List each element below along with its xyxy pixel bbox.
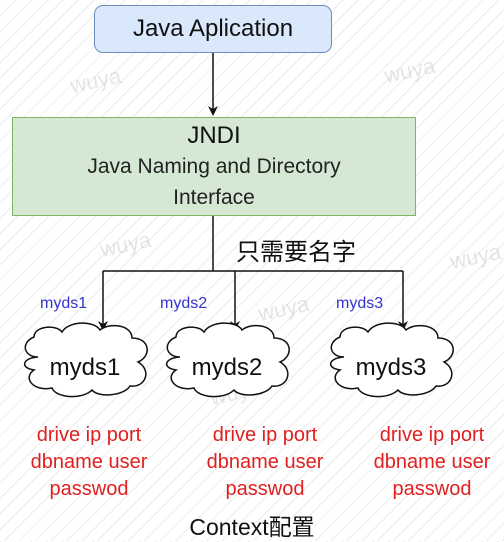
context-config-label: Context配置 [189, 514, 315, 540]
jndi-subtitle-line1: Java Naming and Directory [87, 155, 341, 178]
detail-line: dbname user [30, 451, 148, 473]
detail-line: passwod [49, 478, 129, 500]
detail-line: dbname user [206, 451, 324, 473]
cloud-label-myds3: myds3 [355, 354, 427, 381]
branch-label-myds1: myds1 [40, 295, 88, 312]
jndi-title: JNDI [187, 122, 241, 149]
datasource-details-myds3: drive ip port dbname user passwod [357, 422, 504, 503]
branch-label-myds3: myds3 [336, 295, 384, 312]
datasource-details-myds1: drive ip port dbname user passwod [14, 422, 164, 503]
java-application-box: Java Aplication [94, 5, 332, 53]
detail-line: drive ip port [379, 424, 485, 446]
detail-line: passwod [225, 478, 305, 500]
detail-line: drive ip port [36, 424, 142, 446]
datasource-details-myds2: drive ip port dbname user passwod [190, 422, 340, 503]
detail-line: drive ip port [212, 424, 318, 446]
branch-label-myds2: myds2 [160, 295, 208, 312]
jndi-box: JNDI Java Naming and Directory Interface [12, 117, 416, 216]
cloud-label-myds2: myds2 [191, 354, 263, 381]
detail-line: passwod [392, 478, 472, 500]
detail-line: dbname user [373, 451, 491, 473]
jndi-subtitle-line2: Interface [173, 186, 255, 209]
only-name-needed-note: 只需要名字 [236, 239, 356, 266]
cloud-label-myds1: myds1 [49, 354, 121, 381]
java-application-label: Java Aplication [132, 15, 294, 42]
